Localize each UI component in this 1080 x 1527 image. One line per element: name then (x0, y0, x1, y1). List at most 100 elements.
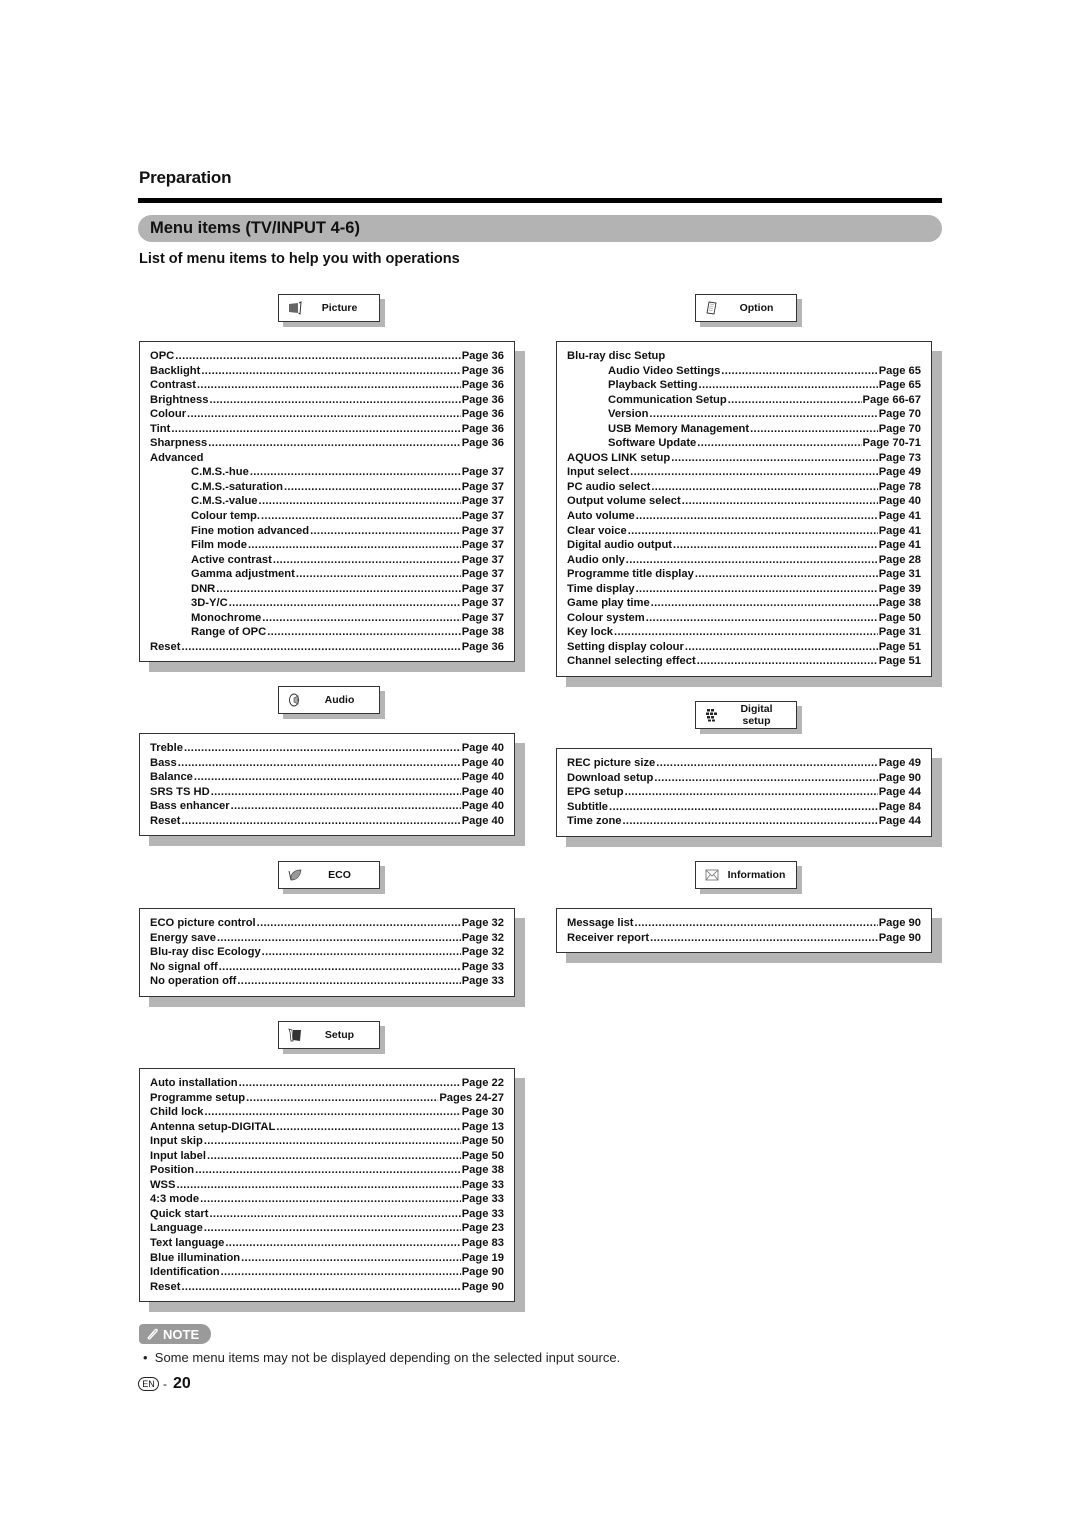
menu-box-digital-setup: REC picture size Page 49 Download setup Pag… (556, 748, 932, 837)
menu-item-page-ref: Page 70-71 (862, 437, 921, 450)
menu-item-page-ref: Page 22 (461, 1077, 504, 1089)
menu-item-name: Key lock (567, 626, 614, 639)
menu-item-name: Blu-ray disc Setup (567, 350, 666, 362)
menu-item-name: ECO picture control (150, 917, 256, 929)
menu-item-name: Bass (150, 756, 177, 769)
menu-item-page-ref: Page 36 (461, 350, 504, 362)
dot-leader (209, 393, 460, 408)
menu-item-page-ref: Page 37 (461, 582, 504, 595)
dot-leader (248, 538, 461, 553)
menu-group-header: Advanced (150, 451, 504, 466)
dot-leader (241, 1251, 461, 1266)
menu-item-name: No operation off (150, 975, 237, 988)
menu-item-page-ref: Page 84 (878, 800, 921, 813)
menu-item-page-ref: Page 40 (461, 800, 504, 813)
menu-item-row: EPG setup Page 44 (567, 785, 921, 800)
menu-item-row: Identification Page 90 (150, 1265, 504, 1280)
dot-leader (171, 422, 460, 437)
dot-leader (239, 1076, 461, 1091)
menu-item-page-ref: Page 50 (461, 1135, 504, 1148)
menu-item-name: Language (150, 1222, 203, 1235)
dot-leader (197, 378, 461, 393)
menu-item-page-ref: Page 31 (878, 568, 921, 581)
dot-leader (216, 582, 460, 597)
menu-item-page-ref: Page 49 (878, 466, 921, 479)
menu-item-name: Brightness (150, 393, 209, 406)
menu-tab-option: Option (695, 294, 797, 322)
dot-leader (721, 364, 877, 379)
menu-item-name: Playback Setting (608, 379, 698, 392)
menu-item-name: DNR (191, 582, 216, 595)
menu-item-name: AQUOS LINK setup (567, 451, 671, 464)
dot-leader (229, 596, 461, 611)
menu-item-row: Game play time Page 38 (567, 596, 921, 611)
dot-leader (635, 916, 878, 931)
dot-leader (267, 625, 460, 640)
menu-item-page-ref: Page 36 (461, 408, 504, 421)
menu-item-row: PC audio select Page 78 (567, 480, 921, 495)
menu-item-name: Colour (150, 408, 187, 421)
menu-item-name: Channel selecting effect (567, 655, 696, 668)
dot-leader (250, 465, 461, 480)
menu-item-page-ref: Page 37 (461, 611, 504, 624)
menu-item-name: Bass enhancer (150, 800, 230, 813)
menu-box-information: Message list Page 90 Receiver report Page 9… (556, 908, 932, 954)
menu-item-name: Input label (150, 1149, 206, 1162)
dot-leader (184, 741, 461, 756)
menu-box-audio: TreblePage 40BassPage 40BalancePage 40SR… (139, 733, 515, 837)
menu-item-page-ref: Page 33 (461, 1178, 504, 1191)
menu-item-row: Receiver report Page 90 (567, 931, 921, 946)
dot-leader (649, 407, 877, 422)
menu-item-name: C.M.S.-value (191, 495, 258, 508)
menu-item-name: Download setup (567, 771, 654, 784)
dot-leader (204, 1134, 461, 1149)
dot-leader (673, 538, 878, 553)
menu-item-row: Antenna setup-DIGITAL Page 13 (150, 1120, 504, 1135)
menu-item-name: Game play time (567, 597, 650, 610)
menu-item-page-ref: Page 50 (878, 611, 921, 624)
footer-dash: - (163, 1377, 167, 1391)
menu-item-name: Advanced (150, 451, 204, 464)
menu-item-row: Active contrast Page 37 (150, 553, 504, 568)
dot-leader (625, 785, 878, 800)
menu-item-row: No operation off Page 33 (150, 974, 504, 989)
menu-item-page-ref: Page 90 (461, 1266, 504, 1279)
menu-item-page-ref: Page 37 (461, 597, 504, 610)
menu-item-name: Reset (150, 814, 181, 827)
dot-leader (181, 1280, 460, 1295)
menu-item-page-ref: Page 33 (461, 1207, 504, 1220)
menu-item-page-ref: Page 38 (461, 626, 504, 639)
menu-tab-picture: Picture (278, 294, 380, 322)
menu-item-page-ref: Page 38 (878, 597, 921, 610)
page-footer: EN - 20 (138, 1375, 191, 1393)
menu-item-row: Blue illumination Page 19 (150, 1251, 504, 1266)
menu-item-page-ref: Page 23 (461, 1222, 504, 1235)
menu-tab-label: Information (727, 869, 786, 881)
menu-item-row: WSS Page 33 (150, 1178, 504, 1193)
menu-item-name: Child lock (150, 1106, 204, 1119)
menu-item-page-ref: Page 37 (461, 539, 504, 552)
menu-item-row: Blu-ray disc Ecology Page 32 (150, 945, 504, 960)
menu-item-page-ref: Page 32 (461, 946, 504, 959)
dot-leader (650, 931, 878, 946)
menu-item-page-ref: Page 30 (461, 1106, 504, 1119)
menu-item-name: Software Update (608, 437, 697, 450)
menu-item-row: Child lock Page 30 (150, 1105, 504, 1120)
dot-leader (178, 756, 461, 771)
dot-leader (181, 640, 460, 655)
dot-leader (201, 364, 460, 379)
menu-item-row: Position Page 38 (150, 1163, 504, 1178)
menu-group-header: Blu-ray disc Setup (567, 349, 921, 364)
menu-item-row: Brightness Page 36 (150, 393, 504, 408)
menu-item-name: Text language (150, 1237, 225, 1250)
menu-item-row: Output volume select Page 40 (567, 494, 921, 509)
menu-item-name: Sharpness (150, 437, 208, 450)
menu-item-page-ref: Page 41 (878, 510, 921, 523)
menu-item-row: Playback Setting Page 65 (567, 378, 921, 393)
menu-item-name: Time zone (567, 815, 622, 828)
dot-leader (207, 1149, 461, 1164)
dot-leader (231, 799, 461, 814)
menu-item-name: Quick start (150, 1207, 209, 1220)
option-icon (705, 301, 719, 315)
dot-leader (651, 480, 877, 495)
